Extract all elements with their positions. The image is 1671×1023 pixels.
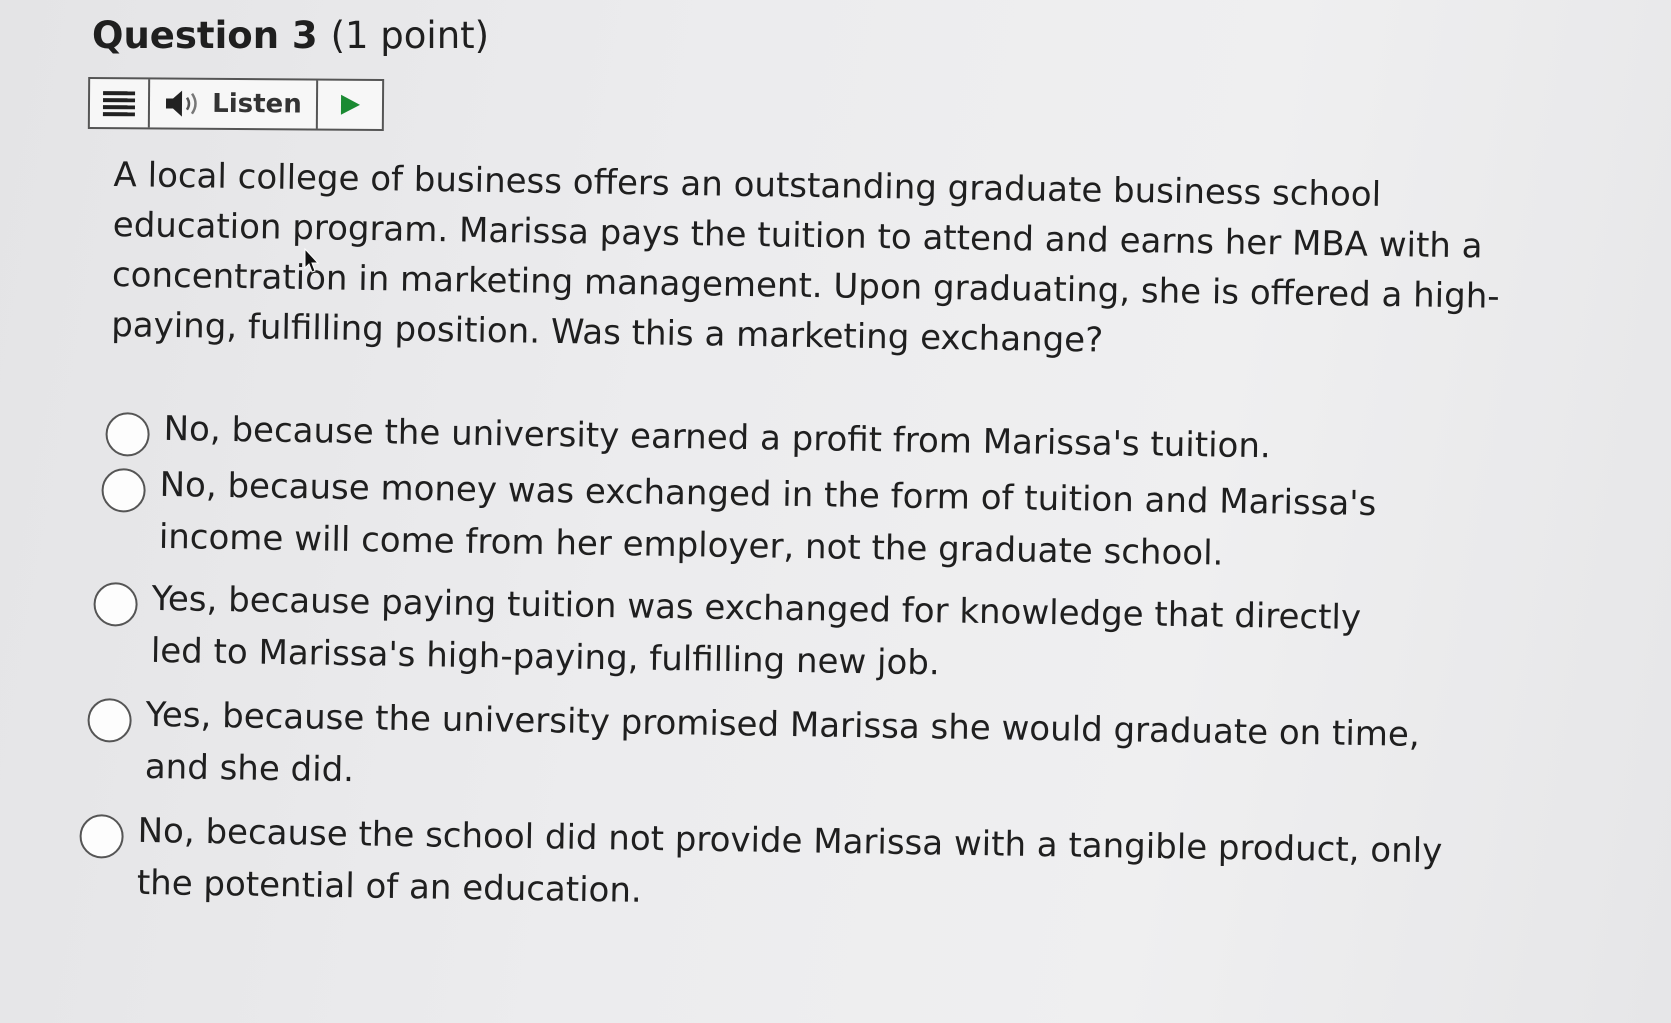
radio-button[interactable] — [101, 467, 146, 513]
radio-button[interactable] — [87, 697, 132, 743]
answer-option-2[interactable]: No, because money was exchanged in the f… — [100, 464, 1431, 583]
question-points: (1 point) — [330, 14, 490, 57]
menu-lines-icon — [102, 91, 136, 117]
play-icon — [340, 94, 360, 115]
play-button[interactable] — [318, 81, 382, 129]
radio-button[interactable] — [105, 411, 150, 457]
option-label: Yes, because paying tuition was exchange… — [150, 578, 1362, 684]
mouse-cursor-icon — [304, 248, 320, 273]
speaker-icon — [166, 90, 197, 117]
question-title: Question 3 (1 point) — [92, 14, 489, 57]
listen-button[interactable]: Listen — [149, 79, 319, 129]
option-label: No, because money was exchanged in the f… — [158, 464, 1377, 574]
listen-toolbar: Listen — [87, 76, 385, 132]
question-text: A local college of business offers an ou… — [110, 154, 1500, 361]
option-label: No, because the school did not provide M… — [136, 810, 1443, 911]
radio-button[interactable] — [93, 581, 138, 627]
menu-button[interactable] — [89, 78, 151, 128]
option-label: Yes, because the university promised Mar… — [144, 694, 1420, 791]
answer-option-5[interactable]: No, because the school did not provide M… — [78, 810, 1469, 930]
radio-button[interactable] — [79, 813, 124, 859]
listen-label: Listen — [212, 88, 302, 120]
answer-option-4[interactable]: Yes, because the university promised Mar… — [86, 694, 1427, 813]
question-number: Question 3 — [92, 14, 318, 57]
answer-option-3[interactable]: Yes, because paying tuition was exchange… — [92, 578, 1403, 697]
